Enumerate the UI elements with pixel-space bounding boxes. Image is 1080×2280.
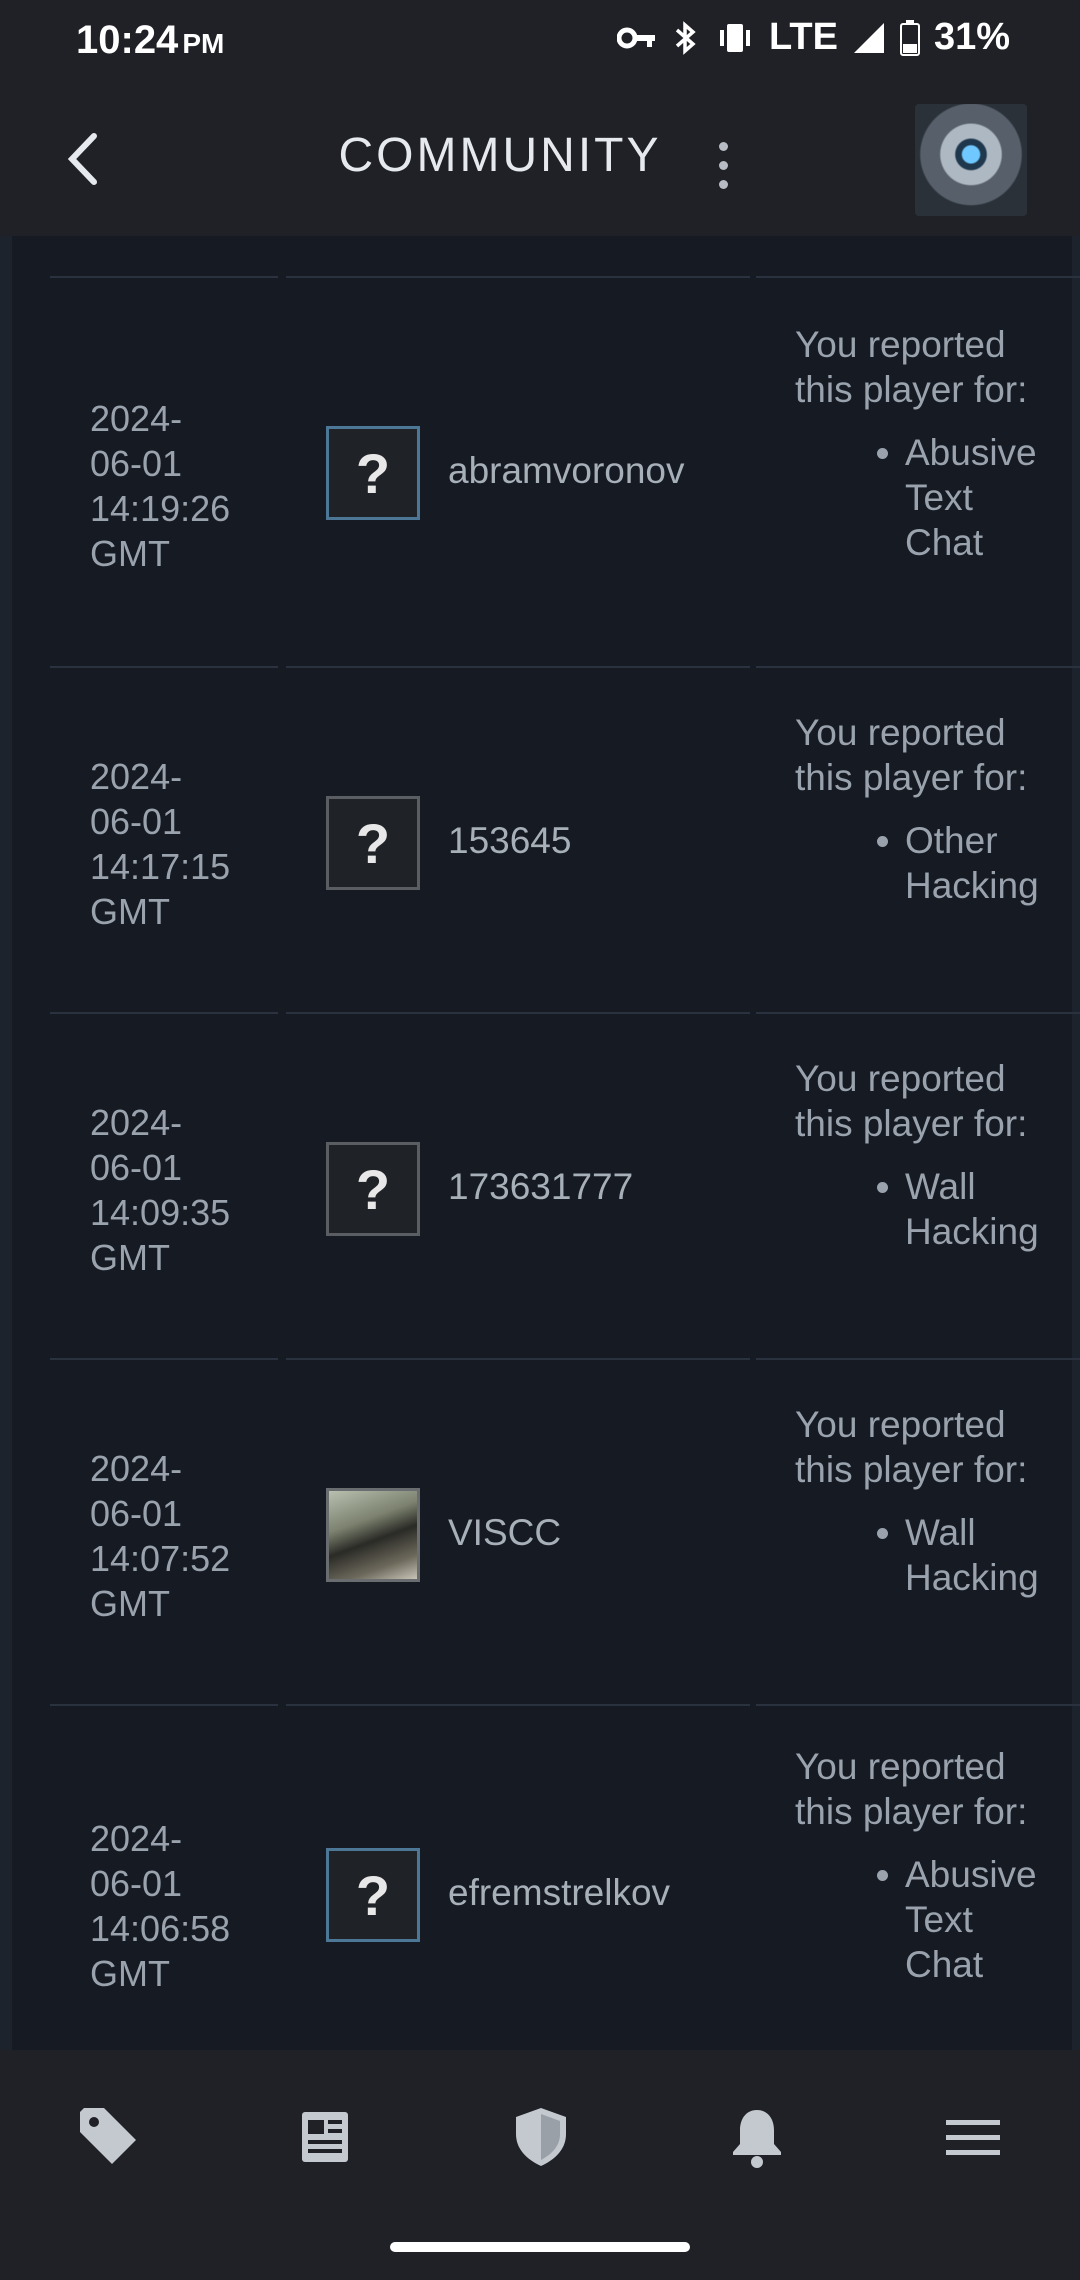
table-row: 2024- 06-01 14:19:26 GMT ? abramvoronov … xyxy=(50,278,1080,666)
reason-intro: You reported this player for: xyxy=(795,1746,1028,1832)
status-bar: 10:24 PM LTE 31% xyxy=(0,0,1080,84)
report-date: 2024- 06-01 14:06:58 GMT xyxy=(90,1818,231,1994)
unknown-avatar-icon: ? xyxy=(355,811,391,875)
news-icon[interactable] xyxy=(290,2102,360,2172)
report-reason: You reported this player for: Other Hacki… xyxy=(795,710,1065,908)
player-avatar-photo[interactable] xyxy=(326,1488,420,1582)
unknown-avatar-icon: ? xyxy=(355,1157,391,1221)
vibrate-icon xyxy=(719,23,750,52)
report-reason: You reported this player for: Abusive Tex… xyxy=(795,1744,1065,1987)
report-history-list: 2024- 06-01 14:19:26 GMT ? abramvoronov … xyxy=(0,236,1080,2050)
clock-ampm: PM xyxy=(182,28,225,59)
player-name[interactable]: VISCC xyxy=(448,1512,708,1554)
unknown-avatar-icon: ? xyxy=(355,441,391,505)
home-indicator[interactable] xyxy=(390,2242,690,2252)
player-avatar[interactable]: ? xyxy=(326,1848,420,1942)
user-avatar[interactable] xyxy=(915,104,1027,216)
battery-percent: 31% xyxy=(933,16,1010,58)
player-avatar[interactable]: ? xyxy=(326,796,420,890)
table-row: 2024- 06-01 14:06:58 GMT ? efremstrelkov… xyxy=(50,1706,1080,2050)
reason-item: Other Hacking xyxy=(877,818,1065,908)
bell-icon[interactable] xyxy=(722,2102,792,2172)
clock-time: 10:24 xyxy=(76,18,179,62)
reason-item: Wall Hacking xyxy=(877,1510,1065,1600)
player-name[interactable]: 153645 xyxy=(448,820,708,862)
reason-intro: You reported this player for: xyxy=(795,324,1028,410)
report-date: 2024- 06-01 14:19:26 GMT xyxy=(90,398,231,574)
player-name[interactable]: abramvoronov xyxy=(448,450,708,492)
reason-list: Wall Hacking xyxy=(795,1164,1065,1254)
shield-icon[interactable] xyxy=(506,2102,576,2172)
app-bar: COMMUNITY xyxy=(0,84,1080,236)
report-reason: You reported this player for: Wall Hackin… xyxy=(795,1056,1065,1254)
reason-list: Other Hacking xyxy=(795,818,1065,908)
report-date: 2024- 06-01 14:17:15 GMT xyxy=(90,756,231,932)
player-name[interactable]: 173631777 xyxy=(448,1166,708,1208)
more-options-icon[interactable] xyxy=(708,136,738,196)
report-date: 2024- 06-01 14:07:52 GMT xyxy=(90,1448,231,1624)
reason-item: Wall Hacking xyxy=(877,1164,1065,1254)
menu-icon[interactable] xyxy=(938,2102,1008,2172)
reason-list: Abusive Text Chat xyxy=(795,1852,1065,1987)
table-row: 2024- 06-01 14:17:15 GMT ? 153645 You re… xyxy=(50,668,1080,1012)
reason-intro: You reported this player for: xyxy=(795,712,1028,798)
player-avatar[interactable]: ? xyxy=(326,1142,420,1236)
table-row: 2024- 06-01 14:07:52 GMT VISCC You repor… xyxy=(50,1360,1080,1704)
reason-intro: You reported this player for: xyxy=(795,1058,1028,1144)
reason-item: Abusive Text Chat xyxy=(877,430,1065,565)
player-avatar[interactable]: ? xyxy=(326,426,420,520)
vpn-key-icon xyxy=(616,27,655,48)
unknown-avatar-icon: ? xyxy=(355,1863,391,1927)
reason-item: Abusive Text Chat xyxy=(877,1852,1065,1987)
reason-intro: You reported this player for: xyxy=(795,1404,1028,1490)
report-date: 2024- 06-01 14:09:35 GMT xyxy=(90,1102,231,1278)
network-type: LTE xyxy=(768,16,838,58)
page-title: COMMUNITY xyxy=(338,129,662,182)
report-reason: You reported this player for: Abusive Tex… xyxy=(795,322,1065,565)
signal-icon xyxy=(853,22,884,53)
reason-list: Wall Hacking xyxy=(795,1510,1065,1600)
bluetooth-icon xyxy=(675,20,696,55)
status-icons: LTE 31% xyxy=(616,16,1010,59)
reason-list: Abusive Text Chat xyxy=(795,430,1065,565)
bottom-navigation xyxy=(0,2050,1080,2280)
table-row: 2024- 06-01 14:09:35 GMT ? 173631777 You… xyxy=(50,1014,1080,1358)
battery-icon xyxy=(899,19,920,56)
clock: 10:24 PM xyxy=(76,18,224,63)
report-reason: You reported this player for: Wall Hackin… xyxy=(795,1402,1065,1600)
player-name[interactable]: efremstrelkov xyxy=(448,1872,708,1914)
scroll-rail-left xyxy=(0,236,12,2050)
store-tag-icon[interactable] xyxy=(74,2102,144,2172)
